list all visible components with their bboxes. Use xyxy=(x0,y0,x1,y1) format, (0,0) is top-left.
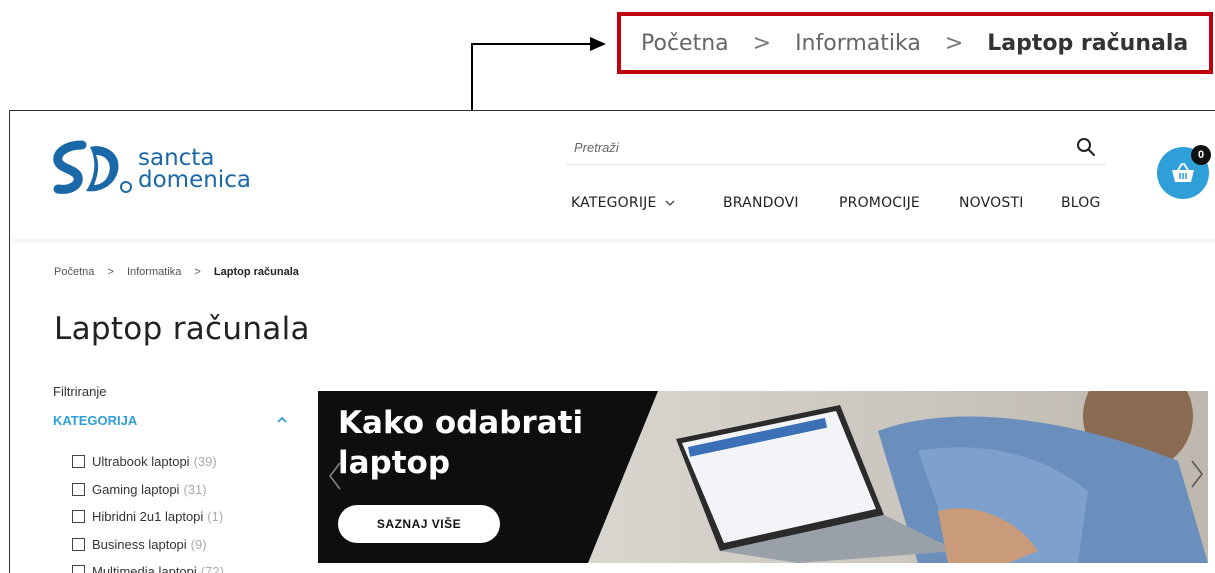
checkbox[interactable] xyxy=(72,510,85,524)
banner-title: Kako odabrati laptop xyxy=(338,403,583,483)
filter-label: Filtriranje xyxy=(53,384,107,399)
checkbox[interactable] xyxy=(72,537,85,551)
callout-separator: > xyxy=(944,30,964,56)
breadcrumb-informatika[interactable]: Informatika xyxy=(127,266,181,278)
category-option-ultrabook[interactable]: Ultrabook laptopi (39) xyxy=(72,448,224,476)
chevron-up-icon[interactable] xyxy=(277,416,287,424)
nav-item-novosti[interactable]: NOVOSTI xyxy=(959,195,1061,211)
category-option-multimedia[interactable]: Multimedia laptopi (72) xyxy=(72,558,224,573)
main-nav: KATEGORIJE BRANDOVI PROMOCIJE NOVOSTI BL… xyxy=(571,195,1101,211)
category-count: (9) xyxy=(190,536,207,552)
category-label: Multimedia laptopi xyxy=(92,564,197,573)
site-header: sancta domenica KATEGORIJE BRANDOVI PROM… xyxy=(10,111,1215,239)
shopping-basket-icon xyxy=(1172,163,1194,182)
category-label: Hibridni 2u1 laptopi xyxy=(92,509,204,525)
category-list: Ultrabook laptopi (39) Gaming laptopi (3… xyxy=(72,448,224,573)
site-logo[interactable]: sancta domenica xyxy=(52,139,282,199)
search-bar xyxy=(566,133,1106,165)
promo-banner[interactable]: Kako odabrati laptop SAZNAJ VIŠE xyxy=(318,391,1208,563)
checkbox[interactable] xyxy=(72,565,85,573)
cart-count-badge: 0 xyxy=(1191,145,1211,165)
nav-item-kategorije-label: KATEGORIJE xyxy=(571,195,657,211)
checkbox[interactable] xyxy=(72,455,85,469)
nav-item-brandovi[interactable]: BRANDOVI xyxy=(723,195,839,211)
logo-line-1: sancta xyxy=(138,145,215,171)
breadcrumb-current: Laptop računala xyxy=(213,266,299,278)
banner-title-line-1: Kako odabrati xyxy=(338,405,584,441)
cart-button[interactable]: 0 xyxy=(1157,145,1211,199)
breadcrumb-home[interactable]: Početna xyxy=(54,266,94,278)
category-filter-header[interactable]: KATEGORIJA xyxy=(53,413,293,428)
logo-text: sancta domenica xyxy=(138,145,251,193)
category-option-hibridni[interactable]: Hibridni 2u1 laptopi (1) xyxy=(72,503,224,531)
breadcrumb-separator: > xyxy=(194,266,201,278)
page-title: Laptop računala xyxy=(54,311,310,347)
category-count: (72) xyxy=(200,564,224,573)
nav-item-blog[interactable]: BLOG xyxy=(1061,195,1101,211)
connector-line-horizontal-top xyxy=(471,43,592,45)
website-screenshot: sancta domenica KATEGORIJE BRANDOVI PROM… xyxy=(9,110,1215,573)
logo-mark-icon xyxy=(53,140,132,194)
category-option-gaming[interactable]: Gaming laptopi (31) xyxy=(72,476,224,504)
callout-crumb-informatika[interactable]: Informatika xyxy=(795,31,921,56)
banner-title-line-2: laptop xyxy=(338,445,451,481)
chevron-left-icon[interactable] xyxy=(328,461,342,491)
logo-line-2: domenica xyxy=(138,167,251,193)
category-label: Gaming laptopi xyxy=(92,481,180,497)
learn-more-button[interactable]: SAZNAJ VIŠE xyxy=(338,505,500,543)
nav-item-kategorije[interactable]: KATEGORIJE xyxy=(571,195,723,211)
search-input[interactable] xyxy=(566,133,1046,161)
chevron-right-icon[interactable] xyxy=(1190,459,1204,489)
category-label: Business laptopi xyxy=(92,536,187,552)
callout-crumb-current: Laptop računala xyxy=(987,30,1189,56)
breadcrumb: Početna > Informatika > Laptop računala xyxy=(54,266,299,278)
breadcrumb-callout: Početna > Informatika > Laptop računala xyxy=(617,12,1213,74)
category-count: (39) xyxy=(193,454,217,470)
category-option-business[interactable]: Business laptopi (9) xyxy=(72,531,224,559)
checkbox[interactable] xyxy=(72,482,85,496)
callout-separator: > xyxy=(752,30,772,56)
chevron-down-icon xyxy=(665,200,674,206)
category-heading: KATEGORIJA xyxy=(53,413,138,428)
nav-item-promocije[interactable]: PROMOCIJE xyxy=(839,195,959,211)
search-icon[interactable] xyxy=(1076,137,1096,157)
category-count: (31) xyxy=(183,481,207,497)
callout-crumb-home[interactable]: Početna xyxy=(641,31,729,56)
category-count: (1) xyxy=(207,509,224,525)
breadcrumb-separator: > xyxy=(107,266,114,278)
connector-arrowhead xyxy=(590,37,606,51)
category-label: Ultrabook laptopi xyxy=(92,454,190,470)
